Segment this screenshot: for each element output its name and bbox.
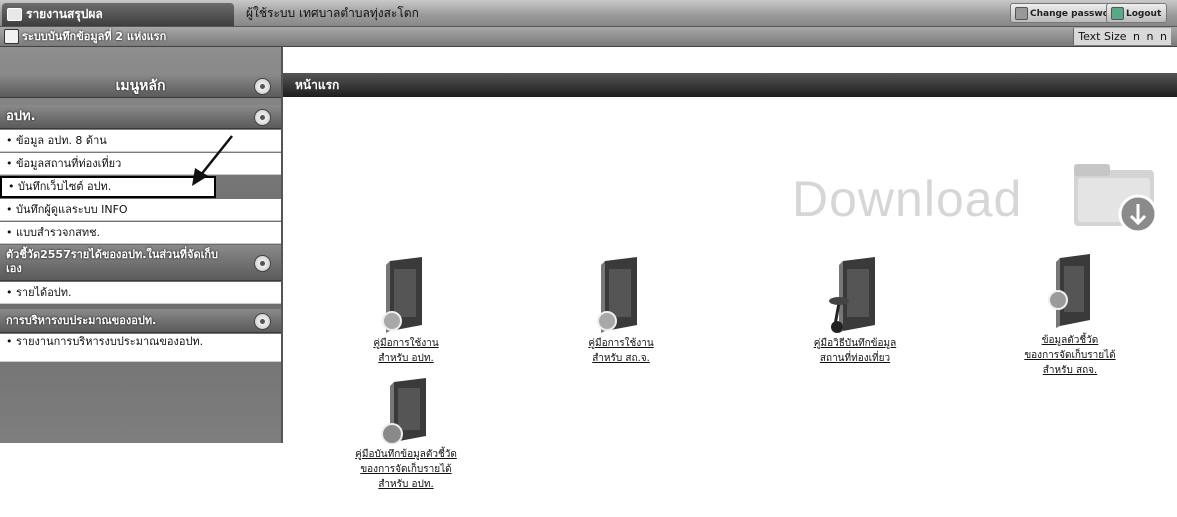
- collapse-icon[interactable]: [254, 313, 271, 330]
- download-banner-text[interactable]: Download: [792, 170, 1022, 228]
- book-icon: [1048, 254, 1090, 328]
- tab-report-summary[interactable]: รายงานสรุปผล: [2, 3, 234, 26]
- text-size-large[interactable]: n: [1160, 30, 1167, 43]
- book-icon: [382, 257, 422, 333]
- sidebar: เมนูหลัก อปท. • ข้อมูล อปท. 8 ด้าน • ข้อ…: [0, 47, 283, 443]
- logout-label: Logout: [1126, 9, 1162, 19]
- sidebar-item-nbtc-survey[interactable]: • แบบสำรวจกสทช.: [0, 222, 281, 244]
- manual-link-line2[interactable]: ของการจัดเก็บรายได้: [326, 463, 486, 476]
- manual-link-line1[interactable]: ข้อมูลตัวชี้วัด: [990, 334, 1150, 347]
- sidebar-item-budget-report[interactable]: • รายงานการบริหารงบประมาณของอปท.: [0, 334, 281, 362]
- section-opt-header[interactable]: อปท.: [0, 105, 281, 129]
- top-bar: รายงานสรุปผล ผู้ใช้ระบบ เทศบาลตำบลทุ่งสะ…: [0, 0, 1177, 27]
- logout-icon: [1111, 7, 1124, 20]
- manual-revenue-indicator-pao[interactable]: ข้อมูลตัวชี้วัด ของการจัดเก็บรายได้ สำหร…: [990, 252, 1150, 377]
- logout-button[interactable]: Logout: [1106, 3, 1168, 23]
- text-size-medium[interactable]: n: [1147, 30, 1154, 43]
- main-menu-label: เมนูหลัก: [115, 78, 166, 94]
- breadcrumb: ระบบบันทึกข้อมูลที่ 2 แห่งแรก: [22, 30, 167, 43]
- key-icon: [1015, 7, 1028, 20]
- book-icon: [597, 257, 637, 333]
- breadcrumb-bar: ระบบบันทึกข้อมูลที่ 2 แห่งแรก Text Size …: [0, 27, 1177, 47]
- section-revenue-header[interactable]: ตัวชี้วัด2557รายได้ของอปท.ในส่วนที่จัดเก…: [0, 245, 281, 281]
- annotation-arrow-icon: [192, 135, 233, 186]
- page-title: หน้าแรก: [283, 73, 1177, 97]
- manual-link-line1[interactable]: คู่มือการใช้งาน: [326, 337, 486, 350]
- section-opt-label: อปท.: [6, 109, 36, 124]
- section-budget-label: การบริหารงบประมาณของอปท.: [6, 314, 157, 327]
- book-money-icon: [381, 378, 426, 445]
- manual-provincial[interactable]: คู่มือการใช้งาน สำหรับ สถ.จ.: [541, 255, 701, 365]
- manual-link-line1[interactable]: คู่มือวิธีบันทึกข้อมูล: [775, 337, 935, 350]
- user-label: ผู้ใช้ระบบ เทศบาลตำบลทุ่งสะโตก: [246, 6, 419, 20]
- collapse-icon[interactable]: [254, 255, 271, 272]
- manual-opt[interactable]: คู่มือการใช้งาน สำหรับ อปท.: [326, 255, 486, 365]
- manual-revenue-indicator-opt[interactable]: คู่มือบันทึกข้อมูลตัวชี้วัด ของการจัดเก็…: [326, 378, 486, 491]
- manual-link-line3[interactable]: สำหรับ สถจ.: [990, 364, 1150, 377]
- sidebar-item-info-admin[interactable]: • บันทึกผู้ดูแลระบบ INFO: [0, 199, 281, 221]
- manual-link-line2[interactable]: ของการจัดเก็บรายได้: [990, 349, 1150, 362]
- collapse-icon[interactable]: [254, 78, 271, 95]
- manual-link-line3[interactable]: สำหรับ อปท.: [326, 478, 486, 491]
- manual-link-line2[interactable]: สำหรับ สถ.จ.: [541, 352, 701, 365]
- collapse-icon[interactable]: [254, 109, 271, 126]
- manual-link-line1[interactable]: คู่มือการใช้งาน: [541, 337, 701, 350]
- monitor-icon: [7, 8, 22, 21]
- manual-link-line1[interactable]: คู่มือบันทึกข้อมูลตัวชี้วัด: [326, 448, 486, 461]
- section-budget-header[interactable]: การบริหารงบประมาณของอปท.: [0, 309, 281, 333]
- manual-link-line2[interactable]: สถานที่ท่องเที่ยว: [775, 352, 935, 365]
- book-palm-icon: [829, 257, 875, 333]
- section-revenue-label: ตัวชี้วัด2557รายได้ของอปท.ในส่วนที่จัดเก…: [6, 248, 218, 275]
- manual-link-line2[interactable]: สำหรับ อปท.: [326, 352, 486, 365]
- manual-tourism[interactable]: คู่มือวิธีบันทึกข้อมูล สถานที่ท่องเที่ยว: [775, 255, 935, 365]
- tab-label: รายงานสรุปผล: [26, 7, 103, 21]
- text-size-small[interactable]: n: [1133, 30, 1140, 43]
- main-menu-header[interactable]: เมนูหลัก: [0, 74, 281, 98]
- text-size-label: Text Size: [1078, 30, 1127, 43]
- sidebar-item-opt-revenue[interactable]: • รายได้อปท.: [0, 282, 281, 304]
- text-size-control: Text Size n n n: [1073, 28, 1171, 45]
- download-folder-icon[interactable]: [1072, 162, 1164, 234]
- home-icon[interactable]: [4, 29, 19, 44]
